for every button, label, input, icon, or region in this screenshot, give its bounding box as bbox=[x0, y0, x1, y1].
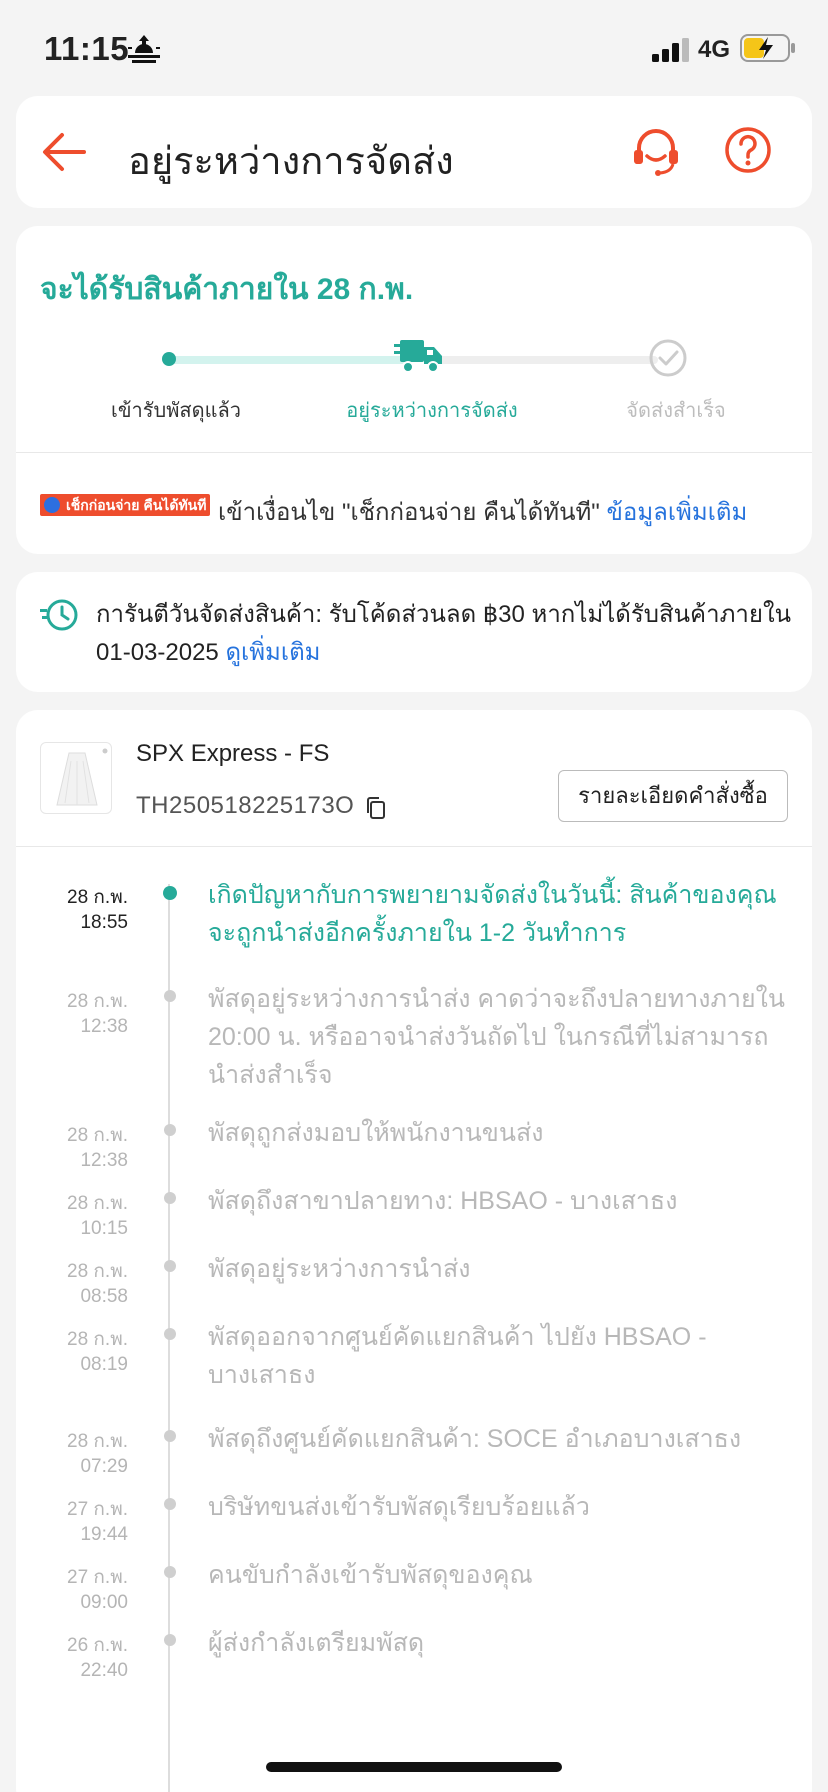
event-dot bbox=[164, 990, 176, 1002]
event-description: บริษัทขนส่งเข้ารับพัสดุเรียบร้อยแล้ว bbox=[208, 1493, 590, 1521]
progress-track-done bbox=[168, 356, 408, 364]
header-bar: อยู่ระหว่างการจัดส่ง bbox=[16, 96, 812, 208]
guarantee-text: การันตีวันจัดส่งสินค้า: รับโค้ดส่วนลด ฿3… bbox=[96, 596, 796, 672]
carrier-name: SPX Express - FS bbox=[136, 740, 330, 767]
event-time: 10:15 bbox=[80, 1218, 128, 1239]
step-label-in-transit: อยู่ระหว่างการจัดส่ง bbox=[346, 400, 518, 422]
see-more-link[interactable]: ดูเพิ่มเติม bbox=[225, 639, 320, 666]
delivery-progress-card: จะได้รับสินค้าภายใน 28 ก.พ. เข้ารับพัสดุ… bbox=[16, 226, 812, 554]
event-dot bbox=[164, 1498, 176, 1510]
event-time: 07:29 bbox=[80, 1456, 128, 1477]
divider bbox=[16, 846, 812, 847]
check-before-pay-description: เข้าเงื่อนไข "เช็กก่อนจ่าย คืนได้ทันที" bbox=[218, 499, 600, 526]
help-icon[interactable] bbox=[724, 126, 772, 174]
tracking-card: SPX Express - FS TH250518225173O รายละเอ… bbox=[16, 710, 812, 1792]
event-time: 08:58 bbox=[80, 1286, 128, 1307]
copy-icon[interactable] bbox=[364, 796, 388, 820]
network-type: 4G bbox=[698, 36, 731, 63]
delivery-guarantee-card: การันตีวันจัดส่งสินค้า: รับโค้ดส่วนลด ฿3… bbox=[16, 572, 812, 692]
event-date: 26 ก.พ. bbox=[67, 1635, 128, 1656]
divider bbox=[16, 452, 812, 453]
event-date: 27 ก.พ. bbox=[67, 1567, 128, 1588]
event-description: พัสดุอยู่ระหว่างการนำส่ง bbox=[208, 1255, 471, 1283]
progress-track-pending bbox=[438, 356, 658, 364]
event-date: 28 ก.พ. bbox=[67, 1261, 128, 1282]
event-time: 09:00 bbox=[80, 1592, 128, 1613]
event-description: คนขับกำลังเข้ารับพัสดุของคุณ bbox=[208, 1561, 533, 1589]
truck-icon bbox=[394, 340, 442, 373]
order-tracking-screen: 11:15 4G อยู่ระหว่างการจัดส่ง จะได้รับสิ… bbox=[0, 0, 828, 1792]
event-dot bbox=[164, 1260, 176, 1272]
guarantee-description: การันตีวันจัดส่งสินค้า: รับโค้ดส่วนลด ฿3… bbox=[96, 601, 792, 666]
event-time: 12:38 bbox=[80, 1016, 128, 1037]
check-before-pay-text: เข้าเงื่อนไข "เช็กก่อนจ่าย คืนได้ทันที" … bbox=[218, 492, 747, 531]
event-date: 27 ก.พ. bbox=[67, 1499, 128, 1520]
event-dot bbox=[164, 1566, 176, 1578]
event-date: 28 ก.พ. bbox=[67, 887, 128, 908]
event-time: 18:55 bbox=[80, 912, 128, 933]
check-circle-icon bbox=[649, 339, 687, 377]
page-title: อยู่ระหว่างการจัดส่ง bbox=[128, 141, 454, 183]
signal-icon bbox=[652, 38, 689, 62]
check-before-pay-badge: เช็กก่อนจ่าย คืนได้ทันที bbox=[40, 494, 211, 516]
step-label-picked-up: เข้ารับพัสดุแล้ว bbox=[111, 400, 241, 422]
event-dot bbox=[164, 1192, 176, 1204]
event-time: 22:40 bbox=[80, 1660, 128, 1681]
event-date: 28 ก.พ. bbox=[67, 1329, 128, 1350]
event-dot bbox=[164, 1430, 176, 1442]
headset-icon[interactable] bbox=[630, 126, 682, 178]
skirt-image bbox=[56, 748, 108, 806]
event-description: พัสดุถึงศูนย์คัดแยกสินค้า: SOCE อำเภอบาง… bbox=[208, 1425, 742, 1453]
event-dot bbox=[164, 1328, 176, 1340]
event-dot bbox=[163, 886, 177, 900]
sunrise-icon bbox=[128, 35, 160, 63]
event-date: 28 ก.พ. bbox=[67, 1431, 128, 1452]
step-label-delivered: จัดส่งสำเร็จ bbox=[626, 400, 726, 422]
event-description: ผู้ส่งกำลังเตรียมพัสดุ bbox=[208, 1629, 425, 1657]
refresh-icon bbox=[44, 497, 60, 513]
event-description: พัสดุออกจากศูนย์คัดแยกสินค้า ไปยัง HBSAO… bbox=[208, 1323, 707, 1389]
event-date: 28 ก.พ. bbox=[67, 1125, 128, 1146]
status-bar: 11:15 4G bbox=[0, 0, 828, 96]
home-indicator bbox=[266, 1762, 562, 1772]
more-info-link[interactable]: ข้อมูลเพิ่มเติม bbox=[607, 499, 748, 526]
clock-icon bbox=[40, 599, 78, 631]
event-description: พัสดุอยู่ระหว่างการนำส่ง คาดว่าจะถึงปลาย… bbox=[208, 985, 785, 1089]
event-description: พัสดุถูกส่งมอบให้พนักงานขนส่ง bbox=[208, 1119, 544, 1147]
event-time: 08:19 bbox=[80, 1354, 128, 1375]
event-time: 19:44 bbox=[80, 1524, 128, 1545]
battery-charging-icon bbox=[740, 34, 795, 62]
event-description: เกิดปัญหากับการพยายามจัดส่งในวันนี้: สิน… bbox=[208, 881, 777, 947]
estimated-delivery: จะได้รับสินค้าภายใน 28 ก.พ. bbox=[40, 273, 414, 306]
back-arrow-icon[interactable] bbox=[40, 130, 88, 174]
event-time: 12:38 bbox=[80, 1150, 128, 1171]
product-thumbnail bbox=[40, 742, 112, 814]
event-dot bbox=[164, 1124, 176, 1136]
event-dot bbox=[164, 1634, 176, 1646]
order-details-button[interactable]: รายละเอียดคำสั่งซื้อ bbox=[558, 770, 788, 822]
tracking-number: TH250518225173O bbox=[136, 792, 355, 819]
step-picked-up-dot bbox=[162, 352, 176, 366]
badge-label: เช็กก่อนจ่าย คืนได้ทันที bbox=[66, 497, 207, 513]
event-date: 28 ก.พ. bbox=[67, 991, 128, 1012]
status-time: 11:15 bbox=[44, 30, 130, 67]
event-date: 28 ก.พ. bbox=[67, 1193, 128, 1214]
event-description: พัสดุถึงสาขาปลายทาง: HBSAO - บางเสาธง bbox=[208, 1187, 678, 1215]
